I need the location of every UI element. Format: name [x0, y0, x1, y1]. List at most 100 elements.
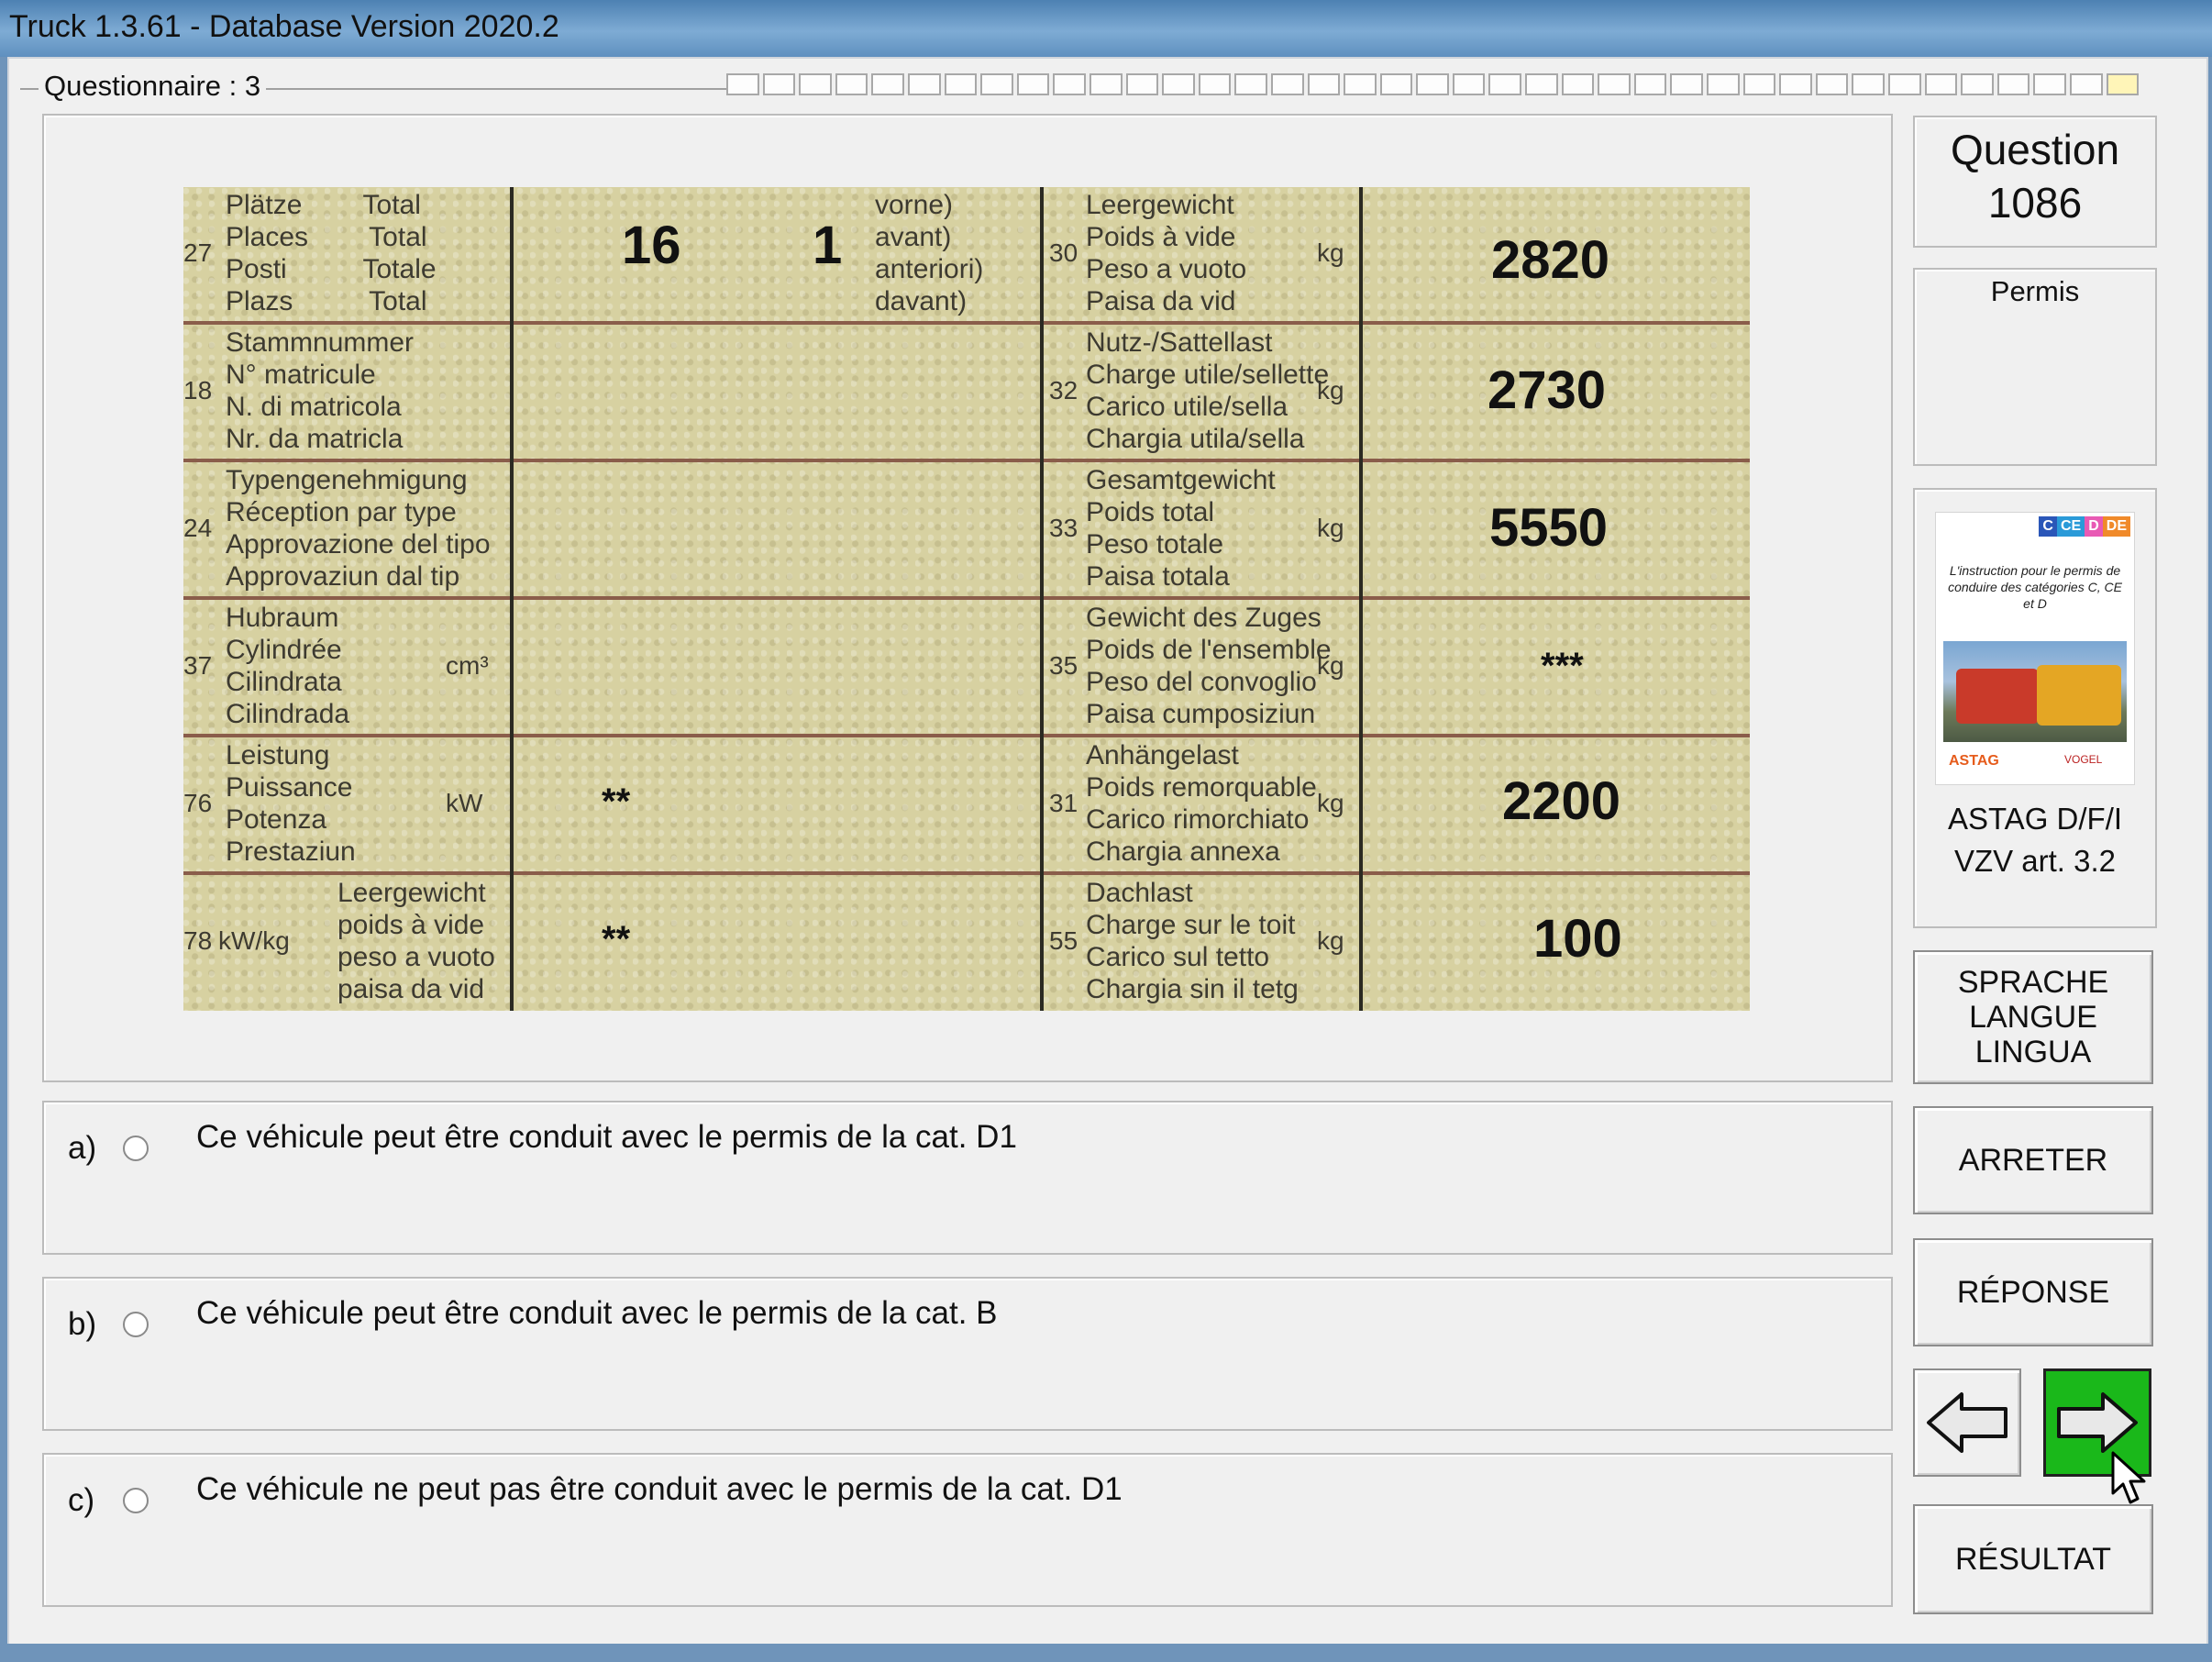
answer-letter: c) [68, 1482, 95, 1518]
answer-a-radio[interactable] [123, 1136, 149, 1161]
progress-cell [1089, 73, 1123, 95]
field-label: Leergewicht poids à vide peso a vuoto pa… [337, 878, 495, 1004]
progress-cell [1742, 73, 1776, 95]
field-label: Leergewicht Poids à vide Peso a vuoto Pa… [1086, 190, 1247, 316]
vehicle-registration-image: 27 Plätze Total Places Total Posti Total… [183, 187, 1750, 1011]
field-unit: kg [1317, 514, 1344, 542]
progress-cell [1416, 73, 1449, 95]
table-divider [1040, 187, 1044, 1011]
field-number: 35 [1049, 651, 1078, 680]
progress-cell [726, 73, 759, 95]
source-box: C CE D DE L'instruction pour le permis de c… [1913, 488, 2157, 928]
language-line: SPRACHE [1957, 965, 2109, 1000]
field-label: Leistung Puissance Potenza Prestaziun [226, 740, 356, 867]
title-bar: Truck 1.3.61 - Database Version 2020.2 [0, 0, 2212, 57]
field-label: vorne) avant) anteriori) davant) [875, 190, 984, 316]
progress-cell [835, 73, 868, 95]
progress-cell [944, 73, 978, 95]
truck-bus-photo [1943, 641, 2127, 742]
table-divider [510, 187, 514, 1011]
field-number: 78 [183, 926, 213, 955]
window-title: Truck 1.3.61 - Database Version 2020.2 [9, 9, 559, 44]
field-value: 1 [813, 216, 843, 275]
progress-cell [1307, 73, 1341, 95]
answer-option-c[interactable]: c) Ce véhicule ne peut pas être conduit … [42, 1453, 1893, 1607]
progress-cell [1633, 73, 1667, 95]
field-unit: kg [1317, 651, 1344, 680]
arrow-left-icon [1927, 1392, 2007, 1453]
answer-b-radio[interactable] [123, 1312, 149, 1337]
questionnaire-label: Questionnaire : 3 [39, 70, 267, 103]
language-line: LANGUE [1969, 1000, 2097, 1035]
answer-text: Ce véhicule peut être conduit avec le pe… [196, 1295, 998, 1331]
table-divider [183, 871, 1750, 875]
answer-c-radio[interactable] [123, 1488, 149, 1513]
progress-cell [1344, 73, 1377, 95]
result-button[interactable]: RÉSULTAT [1913, 1504, 2153, 1614]
language-button[interactable]: SPRACHE LANGUE LINGUA [1913, 950, 2153, 1084]
progress-cell [2069, 73, 2103, 95]
progress-cell [1670, 73, 1704, 95]
field-unit: kg [1317, 238, 1344, 267]
window-bottom-edge [0, 1644, 2212, 1662]
source-line-1: ASTAG D/F/I [1947, 802, 2123, 836]
answer-text: Ce véhicule ne peut pas être conduit ave… [196, 1471, 1123, 1507]
progress-cell [1198, 73, 1232, 95]
field-value: 2820 [1491, 230, 1610, 290]
field-label: Dachlast Charge sur le toit Carico sul t… [1086, 878, 1299, 1004]
progress-cell [980, 73, 1013, 95]
table-divider [1359, 187, 1363, 1011]
source-line-2: VZV art. 3.2 [1953, 844, 2117, 878]
progress-cell [1924, 73, 1958, 95]
question-label: Question [1950, 126, 2120, 173]
progress-cell [1452, 73, 1486, 95]
field-value: 5550 [1489, 498, 1609, 558]
progress-cell [1379, 73, 1413, 95]
field-number: 37 [183, 651, 213, 680]
field-label: Typengenehmigung Réception par type Appr… [226, 465, 491, 592]
category-badge: D [2085, 516, 2103, 537]
progress-cell [1488, 73, 1522, 95]
category-label: Permis [1990, 275, 2080, 307]
field-unit: cm³ [446, 651, 489, 680]
progress-cell [1561, 73, 1595, 95]
field-unit: kg [1317, 789, 1344, 817]
field-number: 31 [1049, 789, 1078, 817]
language-line: LINGUA [1974, 1035, 2092, 1069]
table-divider [183, 734, 1750, 737]
field-number: 30 [1049, 238, 1078, 267]
source-reference: ASTAG D/F/I VZV art. 3.2 [1915, 798, 2155, 882]
field-value: 2200 [1502, 771, 1621, 831]
field-number: 32 [1049, 376, 1078, 404]
category-badge: CE [2056, 516, 2085, 537]
answer-letter: a) [68, 1130, 97, 1166]
previous-button[interactable] [1913, 1368, 2021, 1477]
table-divider [183, 596, 1750, 600]
progress-cell [871, 73, 904, 95]
progress-cell [799, 73, 832, 95]
arrow-right-icon [2057, 1392, 2138, 1453]
answer-option-b[interactable]: b) Ce véhicule peut être conduit avec le… [42, 1277, 1893, 1431]
book-title: L'instruction pour le permis de conduire… [1948, 563, 2122, 611]
progress-cell [1961, 73, 1994, 95]
answer-option-a[interactable]: a) Ce véhicule peut être conduit avec le… [42, 1101, 1893, 1255]
field-value: ** [602, 781, 631, 822]
progress-cell [907, 73, 941, 95]
progress-cell [1125, 73, 1159, 95]
progress-cell [2106, 73, 2140, 95]
answer-button[interactable]: RÉPONSE [1913, 1238, 2153, 1346]
progress-cell [1016, 73, 1050, 95]
progress-cell [1779, 73, 1812, 95]
progress-cell [1852, 73, 1885, 95]
field-value: *** [1541, 646, 1584, 686]
field-unit: kW [446, 789, 483, 817]
field-label: Plätze Total Places Total Posti Totale P… [226, 190, 437, 316]
progress-cell [1598, 73, 1631, 95]
category-badges: C CE D DE [2039, 516, 2130, 537]
progress-cell [762, 73, 796, 95]
stop-button[interactable]: ARRETER [1913, 1106, 2153, 1214]
field-number: 55 [1049, 926, 1078, 955]
field-number: 76 [183, 789, 213, 817]
field-value: ** [602, 919, 631, 959]
answer-letter: b) [68, 1306, 97, 1342]
